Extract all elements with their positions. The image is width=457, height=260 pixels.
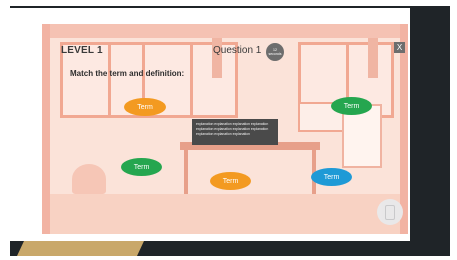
timer-unit: seconds [268,52,282,56]
close-button[interactable]: X [394,42,405,53]
level-label: LEVEL 1 [61,45,103,56]
floor [50,194,400,234]
hanging-lamp [212,38,222,78]
window-pane [190,45,193,115]
definition-card[interactable]: explanation explanation explanation expl… [192,119,278,145]
phone-rotate-icon[interactable] [377,199,403,225]
question-label: Question 1 [213,45,262,56]
phone-outline [385,204,395,220]
term-bubble[interactable]: Term [311,168,352,186]
timer-badge: 12 seconds [266,43,284,61]
desk-leg [184,150,188,200]
instruction-text: Match the term and definition: [70,69,185,78]
term-bubble[interactable]: Term [124,98,166,116]
term-bubble[interactable]: Term [331,97,372,115]
wall-top [50,24,400,38]
hanging-lamp [368,38,378,78]
window-pane [108,45,111,115]
term-bubble[interactable]: Term [210,172,251,190]
plant [72,164,106,194]
term-bubble[interactable]: Term [121,158,162,176]
